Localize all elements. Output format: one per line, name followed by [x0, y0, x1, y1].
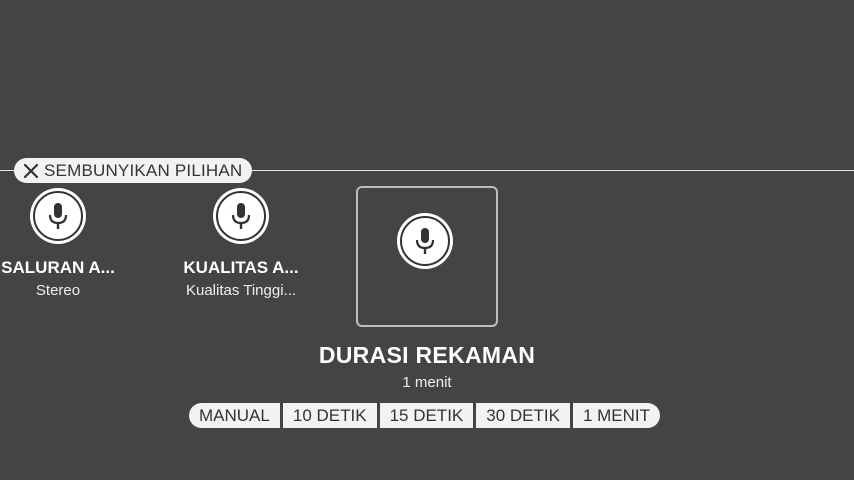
option-audio-channel[interactable]: SALURAN A... Stereo	[0, 188, 116, 299]
selected-option-value: 1 menit	[402, 374, 452, 391]
option-recording-duration-selected[interactable]	[356, 186, 498, 327]
option-audio-quality[interactable]: KUALITAS A... Kualitas Tinggi...	[180, 188, 302, 299]
duration-manual-button[interactable]: MANUAL	[189, 403, 280, 428]
hide-options-label: SEMBUNYIKAN PILIHAN	[44, 160, 243, 180]
duration-segmented-control: MANUAL 10 DETIK 15 DETIK 30 DETIK 1 MENI…	[189, 403, 661, 428]
duration-1min-button[interactable]: 1 MENIT	[572, 403, 661, 428]
option-title: KUALITAS A...	[183, 258, 299, 277]
duration-30s-button[interactable]: 30 DETIK	[476, 403, 570, 428]
duration-15s-button[interactable]: 15 DETIK	[379, 403, 474, 428]
option-title: SALURAN A...	[1, 258, 115, 277]
option-value: Stereo	[35, 282, 81, 299]
close-icon	[23, 163, 39, 178]
selected-option-title: DURASI REKAMAN	[318, 342, 536, 368]
option-value: Kualitas Tinggi...	[185, 282, 297, 299]
duration-10s-button[interactable]: 10 DETIK	[282, 403, 377, 428]
microphone-icon	[397, 213, 453, 269]
hide-options-button[interactable]: SEMBUNYIKAN PILIHAN	[14, 158, 253, 183]
microphone-icon	[30, 188, 86, 244]
microphone-icon	[213, 188, 269, 244]
